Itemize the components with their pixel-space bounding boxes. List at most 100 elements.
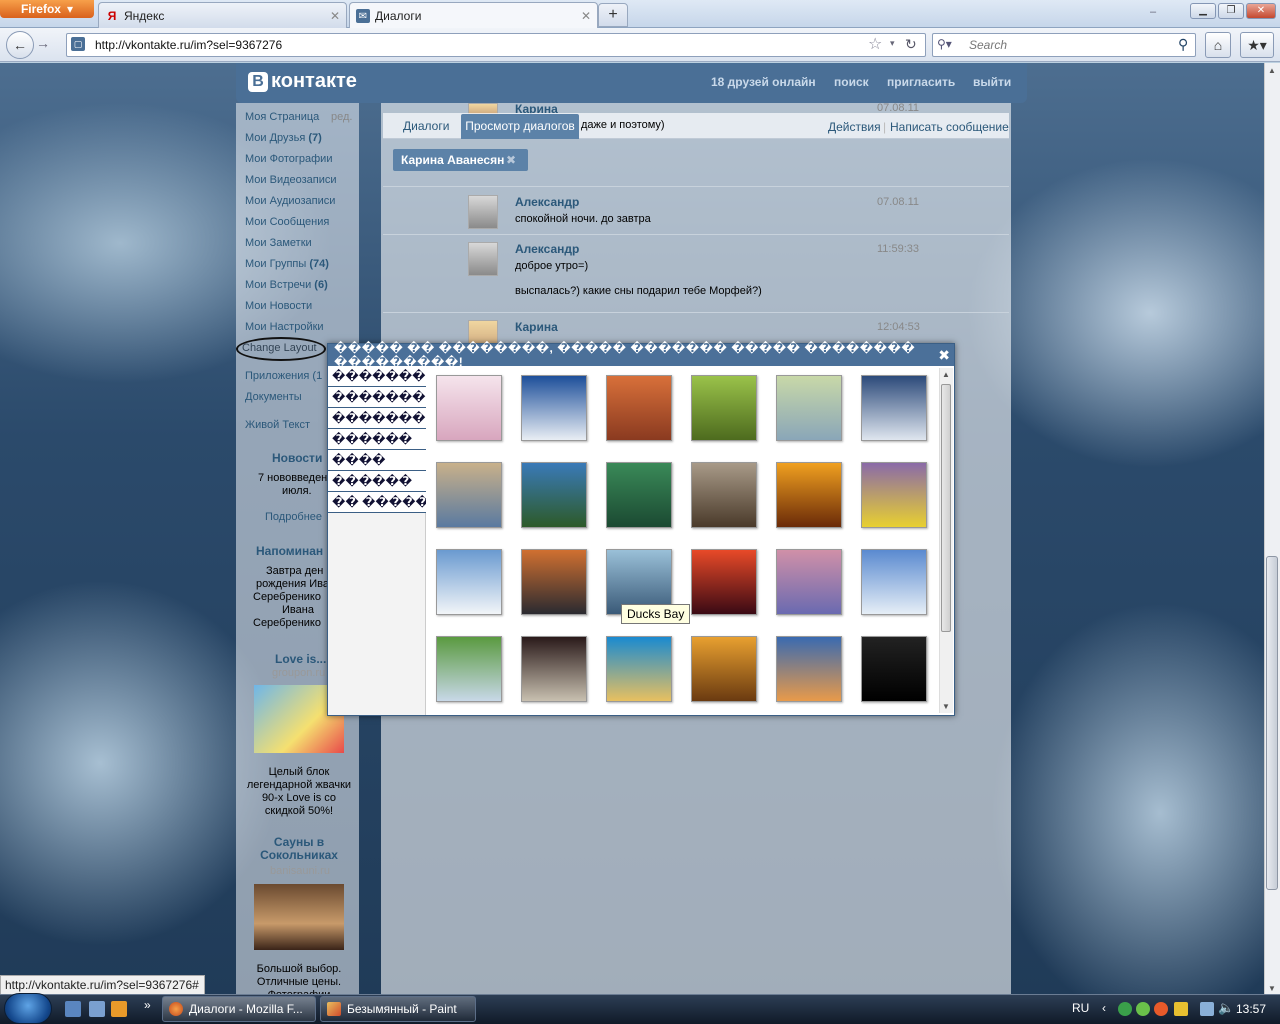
page-scrollbar-thumb[interactable] <box>1266 556 1278 890</box>
wallpaper-thumbnail[interactable] <box>436 375 502 441</box>
reload-icon[interactable]: ↻ <box>905 36 917 53</box>
search-bar[interactable]: Search <box>932 33 1196 57</box>
media-player-icon[interactable] <box>111 1001 127 1017</box>
ad-title[interactable]: Сауны в Сокольниках <box>244 836 354 862</box>
wallpaper-thumbnail[interactable] <box>521 549 587 615</box>
category-item[interactable]: ������ <box>328 471 426 492</box>
tab-view-dialogs[interactable]: Просмотр диалогов <box>461 114 579 139</box>
minimize-button[interactable]: ▁ <box>1190 3 1216 19</box>
search-link[interactable]: поиск <box>834 75 869 89</box>
quicklaunch-more-icon[interactable]: » <box>144 998 151 1012</box>
close-tab-icon[interactable]: ✕ <box>330 9 340 23</box>
write-message-link[interactable]: Написать сообщение <box>890 120 1009 134</box>
wallpaper-thumbnail[interactable] <box>776 549 842 615</box>
wallpaper-thumbnail[interactable] <box>861 462 927 528</box>
search-engine-icon[interactable]: ⚲▾ <box>937 37 952 51</box>
invite-link[interactable]: пригласить <box>887 75 955 89</box>
sidebar-item-my-page[interactable]: Моя Страница <box>245 111 319 123</box>
category-item[interactable]: ������� <box>328 408 426 429</box>
avatar[interactable] <box>468 242 498 276</box>
wallpaper-thumbnail[interactable] <box>691 549 757 615</box>
wallpaper-thumbnail[interactable] <box>776 375 842 441</box>
friends-online-link[interactable]: 18 друзей онлайн <box>711 75 816 89</box>
category-item[interactable]: ���� <box>328 450 426 471</box>
actions-link[interactable]: Действия <box>828 120 881 134</box>
scroll-down-icon[interactable]: ▼ <box>1268 984 1276 993</box>
wallpaper-thumbnail[interactable] <box>606 375 672 441</box>
sidebar-item-live-text[interactable]: Живой Текст <box>245 419 310 431</box>
sidebar-item-notes[interactable]: Мои Заметки <box>245 237 312 249</box>
list-all-tabs-icon[interactable]: – <box>1150 6 1156 18</box>
wallpaper-thumbnail[interactable] <box>861 375 927 441</box>
reminder-link[interactable]: Серебренико <box>253 617 321 629</box>
back-button[interactable]: ← <box>6 31 34 59</box>
scroll-up-icon[interactable]: ▲ <box>1268 66 1276 75</box>
bookmarks-menu-icon[interactable]: ★▾ <box>1240 32 1274 58</box>
logout-link[interactable]: выйти <box>973 75 1011 89</box>
message-author[interactable]: Александр <box>515 242 579 256</box>
taskbar-item-firefox[interactable]: Диалоги - Mozilla F... <box>162 996 316 1022</box>
category-item[interactable]: ������� <box>328 366 426 387</box>
wallpaper-thumbnail[interactable] <box>861 549 927 615</box>
forward-button[interactable]: → <box>36 35 50 51</box>
sidebar-item-friends[interactable]: Мои Друзья (7) <box>245 132 322 144</box>
start-button[interactable] <box>4 993 52 1024</box>
close-icon[interactable]: ✖ <box>938 347 950 364</box>
sidebar-item-settings[interactable]: Мои Настройки <box>245 321 324 333</box>
wallpaper-thumbnail[interactable] <box>606 462 672 528</box>
tab-dialogs-list[interactable]: Диалоги <box>403 119 449 133</box>
ad-title[interactable]: Love is... <box>275 652 326 666</box>
history-dropdown-icon[interactable]: ▾ <box>890 38 895 49</box>
tray-icon[interactable] <box>1136 1002 1150 1016</box>
sidebar-item-events[interactable]: Мои Встречи (6) <box>245 279 328 291</box>
sidebar-item-videos[interactable]: Мои Видеозаписи <box>245 174 337 186</box>
wallpaper-thumbnail[interactable] <box>776 462 842 528</box>
wallpaper-thumbnail[interactable] <box>861 636 927 702</box>
network-icon[interactable] <box>1200 1002 1214 1016</box>
category-item[interactable]: �� ������� <box>328 492 426 513</box>
scroll-up-icon[interactable]: ▲ <box>942 370 950 379</box>
show-desktop-icon[interactable] <box>65 1001 81 1017</box>
bookmark-star-icon[interactable]: ☆ <box>868 34 882 54</box>
restore-button[interactable]: ❐ <box>1218 3 1244 19</box>
news-more-link[interactable]: Подробнее <box>265 511 322 523</box>
home-icon[interactable]: ⌂ <box>1205 32 1231 58</box>
message-author[interactable]: Карина <box>515 320 558 334</box>
language-indicator[interactable]: RU <box>1072 1001 1089 1015</box>
wallpaper-thumbnail[interactable] <box>521 462 587 528</box>
tray-icon[interactable] <box>1118 1002 1132 1016</box>
sidebar-item-apps[interactable]: Приложения (1 <box>245 370 322 382</box>
remove-recipient-icon[interactable]: ✖ <box>506 153 516 167</box>
dialog-scrollbar-thumb[interactable] <box>941 384 951 632</box>
wallpaper-thumbnail[interactable] <box>606 636 672 702</box>
edit-link[interactable]: ред. <box>331 111 352 123</box>
wallpaper-thumbnail[interactable] <box>691 636 757 702</box>
close-window-button[interactable]: ✕ <box>1246 3 1276 19</box>
category-item[interactable]: ������ <box>328 429 426 450</box>
change-layout-link[interactable]: Change Layout <box>242 342 317 354</box>
category-item[interactable]: ��������� <box>328 387 426 408</box>
site-identity-icon[interactable]: ▢ <box>71 37 85 51</box>
sidebar-item-audios[interactable]: Мои Аудиозаписи <box>245 195 335 207</box>
new-tab-button[interactable]: + <box>598 3 628 27</box>
wallpaper-thumbnail[interactable] <box>691 375 757 441</box>
volume-icon[interactable]: 🔈 <box>1218 1000 1234 1016</box>
wallpaper-thumbnail[interactable] <box>521 375 587 441</box>
wallpaper-thumbnail[interactable] <box>436 636 502 702</box>
wallpaper-thumbnail[interactable] <box>691 462 757 528</box>
switch-windows-icon[interactable] <box>89 1001 105 1017</box>
taskbar-item-paint[interactable]: Безымянный - Paint <box>320 996 476 1022</box>
close-tab-icon[interactable]: ✕ <box>581 9 591 23</box>
clock[interactable]: 13:57 <box>1236 1002 1266 1016</box>
wallpaper-thumbnail[interactable] <box>436 462 502 528</box>
vk-logo[interactable]: В контакте <box>248 70 357 93</box>
avatar[interactable] <box>468 195 498 229</box>
ad-image[interactable] <box>254 884 344 950</box>
tray-icon[interactable] <box>1174 1002 1188 1016</box>
wallpaper-thumbnail[interactable] <box>521 636 587 702</box>
sidebar-item-messages[interactable]: Мои Сообщения <box>245 216 329 228</box>
wallpaper-thumbnail[interactable] <box>436 549 502 615</box>
sidebar-item-docs[interactable]: Документы <box>245 391 302 403</box>
search-go-icon[interactable]: ⚲ <box>1178 36 1188 53</box>
firefox-menu-button[interactable]: Firefox ▾ <box>0 0 94 18</box>
